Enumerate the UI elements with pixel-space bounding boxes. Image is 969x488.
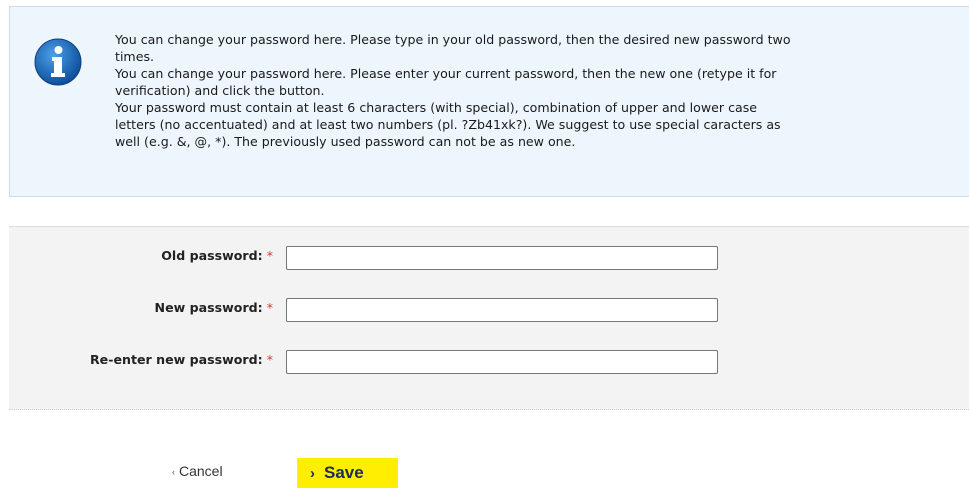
password-form: Old password: * New password: * Re-enter n…: [9, 226, 969, 410]
info-message: You can change your password here. Pleas…: [115, 31, 969, 150]
old-password-input[interactable]: [286, 246, 718, 270]
reenter-password-input[interactable]: [286, 350, 718, 374]
required-marker: *: [266, 248, 273, 263]
info-box: You can change your password here. Pleas…: [9, 6, 969, 197]
new-password-input[interactable]: [286, 298, 718, 322]
cancel-label: Cancel: [179, 463, 223, 479]
info-line: well (e.g. &, @, *). The previously used…: [115, 134, 576, 149]
info-line: letters (no accentuated) and at least tw…: [115, 117, 781, 132]
info-line: You can change your password here. Pleas…: [115, 32, 791, 47]
reenter-password-row: Re-enter new password: *: [9, 347, 969, 374]
info-icon: [34, 38, 82, 86]
info-line: verification) and click the button.: [115, 83, 325, 98]
required-marker: *: [266, 300, 273, 315]
info-line: times.: [115, 49, 155, 64]
new-password-label: New password: *: [154, 300, 273, 315]
chevron-left-icon: ‹: [172, 467, 175, 477]
old-password-row: Old password: *: [9, 243, 969, 270]
required-marker: *: [266, 352, 273, 367]
reenter-password-label: Re-enter new password: *: [89, 352, 273, 367]
new-password-row: New password: *: [9, 295, 969, 322]
info-line: Your password must contain at least 6 ch…: [115, 100, 758, 115]
chevron-right-icon: ›: [310, 465, 315, 482]
info-line: You can change your password here. Pleas…: [115, 66, 777, 81]
save-button[interactable]: › Save: [297, 458, 398, 488]
save-label: Save: [324, 463, 364, 482]
cancel-link[interactable]: ‹ Cancel: [172, 463, 223, 479]
old-password-label: Old password: *: [161, 248, 273, 263]
